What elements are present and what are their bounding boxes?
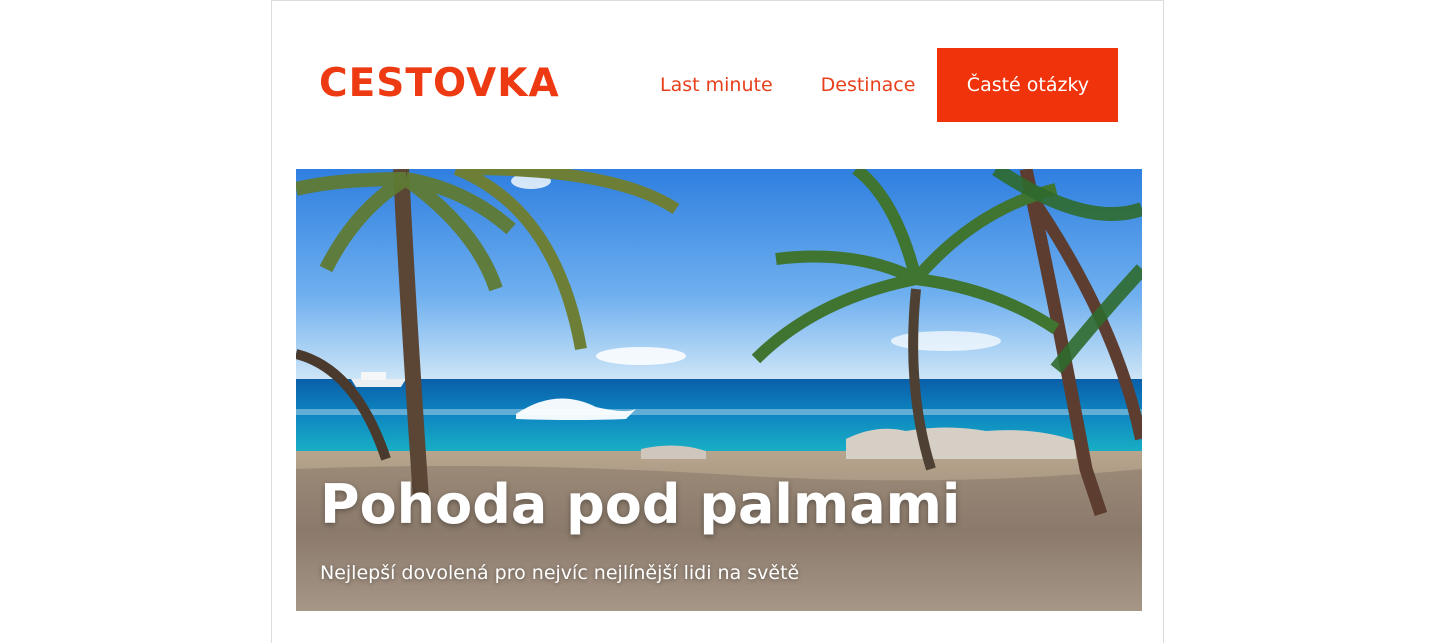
main-nav: Last minute Destinace Časté otázky bbox=[642, 48, 1119, 122]
page-container: CESTOVKA Last minute Destinace Časté otá… bbox=[271, 0, 1164, 643]
hero-subtitle: Nejlepší dovolená pro nejvíc nejlínější … bbox=[320, 562, 800, 584]
site-logo[interactable]: CESTOVKA bbox=[319, 59, 560, 109]
nav-link-last-minute[interactable]: Last minute bbox=[642, 48, 796, 122]
beach-palm-trees-image bbox=[296, 169, 1142, 611]
nav-link-destinace[interactable]: Destinace bbox=[796, 48, 938, 122]
hero-banner: Pohoda pod palmami Nejlepší dovolená pro… bbox=[296, 169, 1142, 611]
nav-link-caste-otazky[interactable]: Časté otázky bbox=[937, 48, 1119, 122]
hero-title: Pohoda pod palmami bbox=[320, 473, 961, 536]
